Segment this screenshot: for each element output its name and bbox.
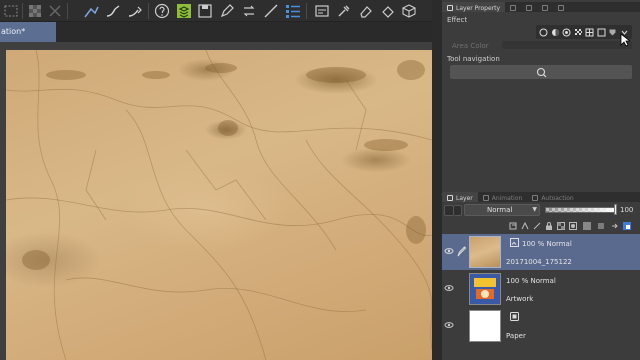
fill-icon[interactable]: [379, 2, 397, 20]
panel-icon: [526, 5, 533, 11]
line-adjust-icon[interactable]: [126, 2, 144, 20]
selection-icon[interactable]: [2, 2, 20, 20]
layer-stack-icon[interactable]: [175, 2, 193, 20]
layer-status: 100 % Normal: [506, 277, 556, 285]
canvas-area[interactable]: [0, 42, 432, 360]
chevron-down-icon: ▼: [532, 206, 537, 213]
animation-tab-icon: [482, 195, 489, 201]
tool-navigation-button[interactable]: [450, 65, 632, 79]
autoaction-tab-icon: [532, 195, 539, 201]
document-tab[interactable]: ation*: [0, 22, 56, 42]
eye-icon[interactable]: [444, 320, 454, 330]
panel-icon: [510, 5, 517, 11]
raster-layer-icon: [510, 238, 519, 247]
eye-icon[interactable]: [444, 283, 454, 293]
tab-layer-label: Layer: [456, 194, 473, 202]
lock-transparency-icon[interactable]: [556, 221, 566, 231]
shield-effect-icon[interactable]: [608, 28, 617, 37]
layer-row[interactable]: 100 % Normal 20171004_175122: [442, 234, 640, 270]
toolbar-separator: [306, 3, 307, 19]
tone-effect-icon[interactable]: [551, 28, 560, 37]
border-effect-icon[interactable]: [539, 28, 548, 37]
blend-mode-value: Normal: [487, 206, 513, 214]
tool-navigation-icon: [536, 67, 546, 77]
grid-effect-icon[interactable]: [585, 28, 594, 37]
main-toolbar: [0, 0, 432, 22]
effect-label: Effect: [447, 16, 468, 24]
opacity-value[interactable]: 100: [620, 206, 633, 214]
paper-texture-cracks: [6, 50, 432, 360]
opacity-slider-thumb[interactable]: [614, 204, 617, 215]
clip-layer-icon[interactable]: [508, 221, 518, 231]
checkerboard-icon[interactable]: [26, 2, 44, 20]
tab-layer-property-label: Layer Property: [456, 4, 501, 12]
layer-property-icon: [447, 5, 453, 11]
ruler-icon[interactable]: [262, 2, 280, 20]
area-color-field: [502, 41, 632, 49]
artwork-thumbnail-art: [470, 274, 500, 304]
pen-edit-icon[interactable]: [456, 244, 466, 258]
tool-navigation-label: Tool navigation: [447, 55, 500, 63]
reference-layer-icon[interactable]: [520, 221, 530, 231]
layer-status: 100 % Normal: [522, 240, 572, 248]
layer-name: Paper: [506, 332, 526, 340]
line-correct-icon[interactable]: [104, 2, 122, 20]
eyedropper-icon[interactable]: [335, 2, 353, 20]
layer-color-swatch-icon[interactable]: [622, 221, 632, 231]
list-icon[interactable]: [284, 2, 302, 20]
window-icon[interactable]: [313, 2, 331, 20]
frame-effect-icon[interactable]: [597, 28, 606, 37]
paper-layer-icon: [510, 312, 519, 321]
save-icon[interactable]: [196, 2, 214, 20]
layer-tab-icon: [447, 195, 453, 201]
layer-thumbnail: [469, 236, 501, 268]
toolbar-separator: [22, 3, 23, 19]
document-tab-bar: ation*: [0, 22, 432, 42]
layer-row[interactable]: Paper: [442, 308, 640, 344]
mask-icon[interactable]: [568, 221, 578, 231]
palette-color-icon[interactable]: [582, 221, 592, 231]
help-icon[interactable]: [153, 2, 171, 20]
layer-row[interactable]: 100 % Normal Artwork: [442, 271, 640, 307]
layer-thumbnail: [469, 273, 501, 305]
draft-layer-icon[interactable]: [532, 221, 542, 231]
layer-name: Artwork: [506, 295, 534, 303]
blend-mode-select[interactable]: Normal ▼: [464, 204, 540, 216]
lock-layer-icon[interactable]: [544, 221, 554, 231]
layer-tools-row: [442, 219, 640, 233]
toolbar-separator: [67, 3, 68, 19]
toolbar-separator: [148, 3, 149, 19]
blend-row: Normal ▼ 100: [442, 202, 640, 218]
eraser-icon[interactable]: [357, 2, 375, 20]
tab-animation-label: Animation: [491, 194, 523, 202]
area-color-label: Area Color: [452, 42, 489, 50]
tool-swap-icon[interactable]: [240, 2, 258, 20]
layer-mode-button[interactable]: [444, 205, 454, 216]
cube-icon[interactable]: [400, 2, 418, 20]
panel-icon: [558, 5, 565, 11]
opacity-slider[interactable]: [545, 207, 617, 213]
layer-panel: Normal ▼ 100 100 % Normal 20171004_17512…: [442, 202, 640, 360]
layer-thumbnail: [469, 310, 501, 342]
layer-name: 20171004_175122: [506, 258, 572, 266]
output-icon[interactable]: [610, 221, 620, 231]
transform-icon[interactable]: [46, 2, 64, 20]
effect-icon-row: [536, 25, 632, 39]
mouse-cursor-icon: [620, 33, 630, 47]
eye-icon[interactable]: [444, 246, 454, 256]
line-curve-icon[interactable]: [82, 2, 100, 20]
layer-property-panel: Effect Area Color Tool navigation: [442, 12, 640, 190]
layer-mode-dropdown[interactable]: [454, 205, 462, 216]
pen-icon[interactable]: [218, 2, 236, 20]
layer-options-icon[interactable]: [596, 221, 606, 231]
canvas[interactable]: [6, 50, 432, 360]
dock-splitter[interactable]: [432, 0, 442, 360]
layer-color-icon[interactable]: [562, 28, 571, 37]
panel-icon: [542, 5, 549, 11]
checker-effect-icon[interactable]: [574, 28, 583, 37]
tab-autoaction-label: Autoaction: [541, 194, 574, 202]
